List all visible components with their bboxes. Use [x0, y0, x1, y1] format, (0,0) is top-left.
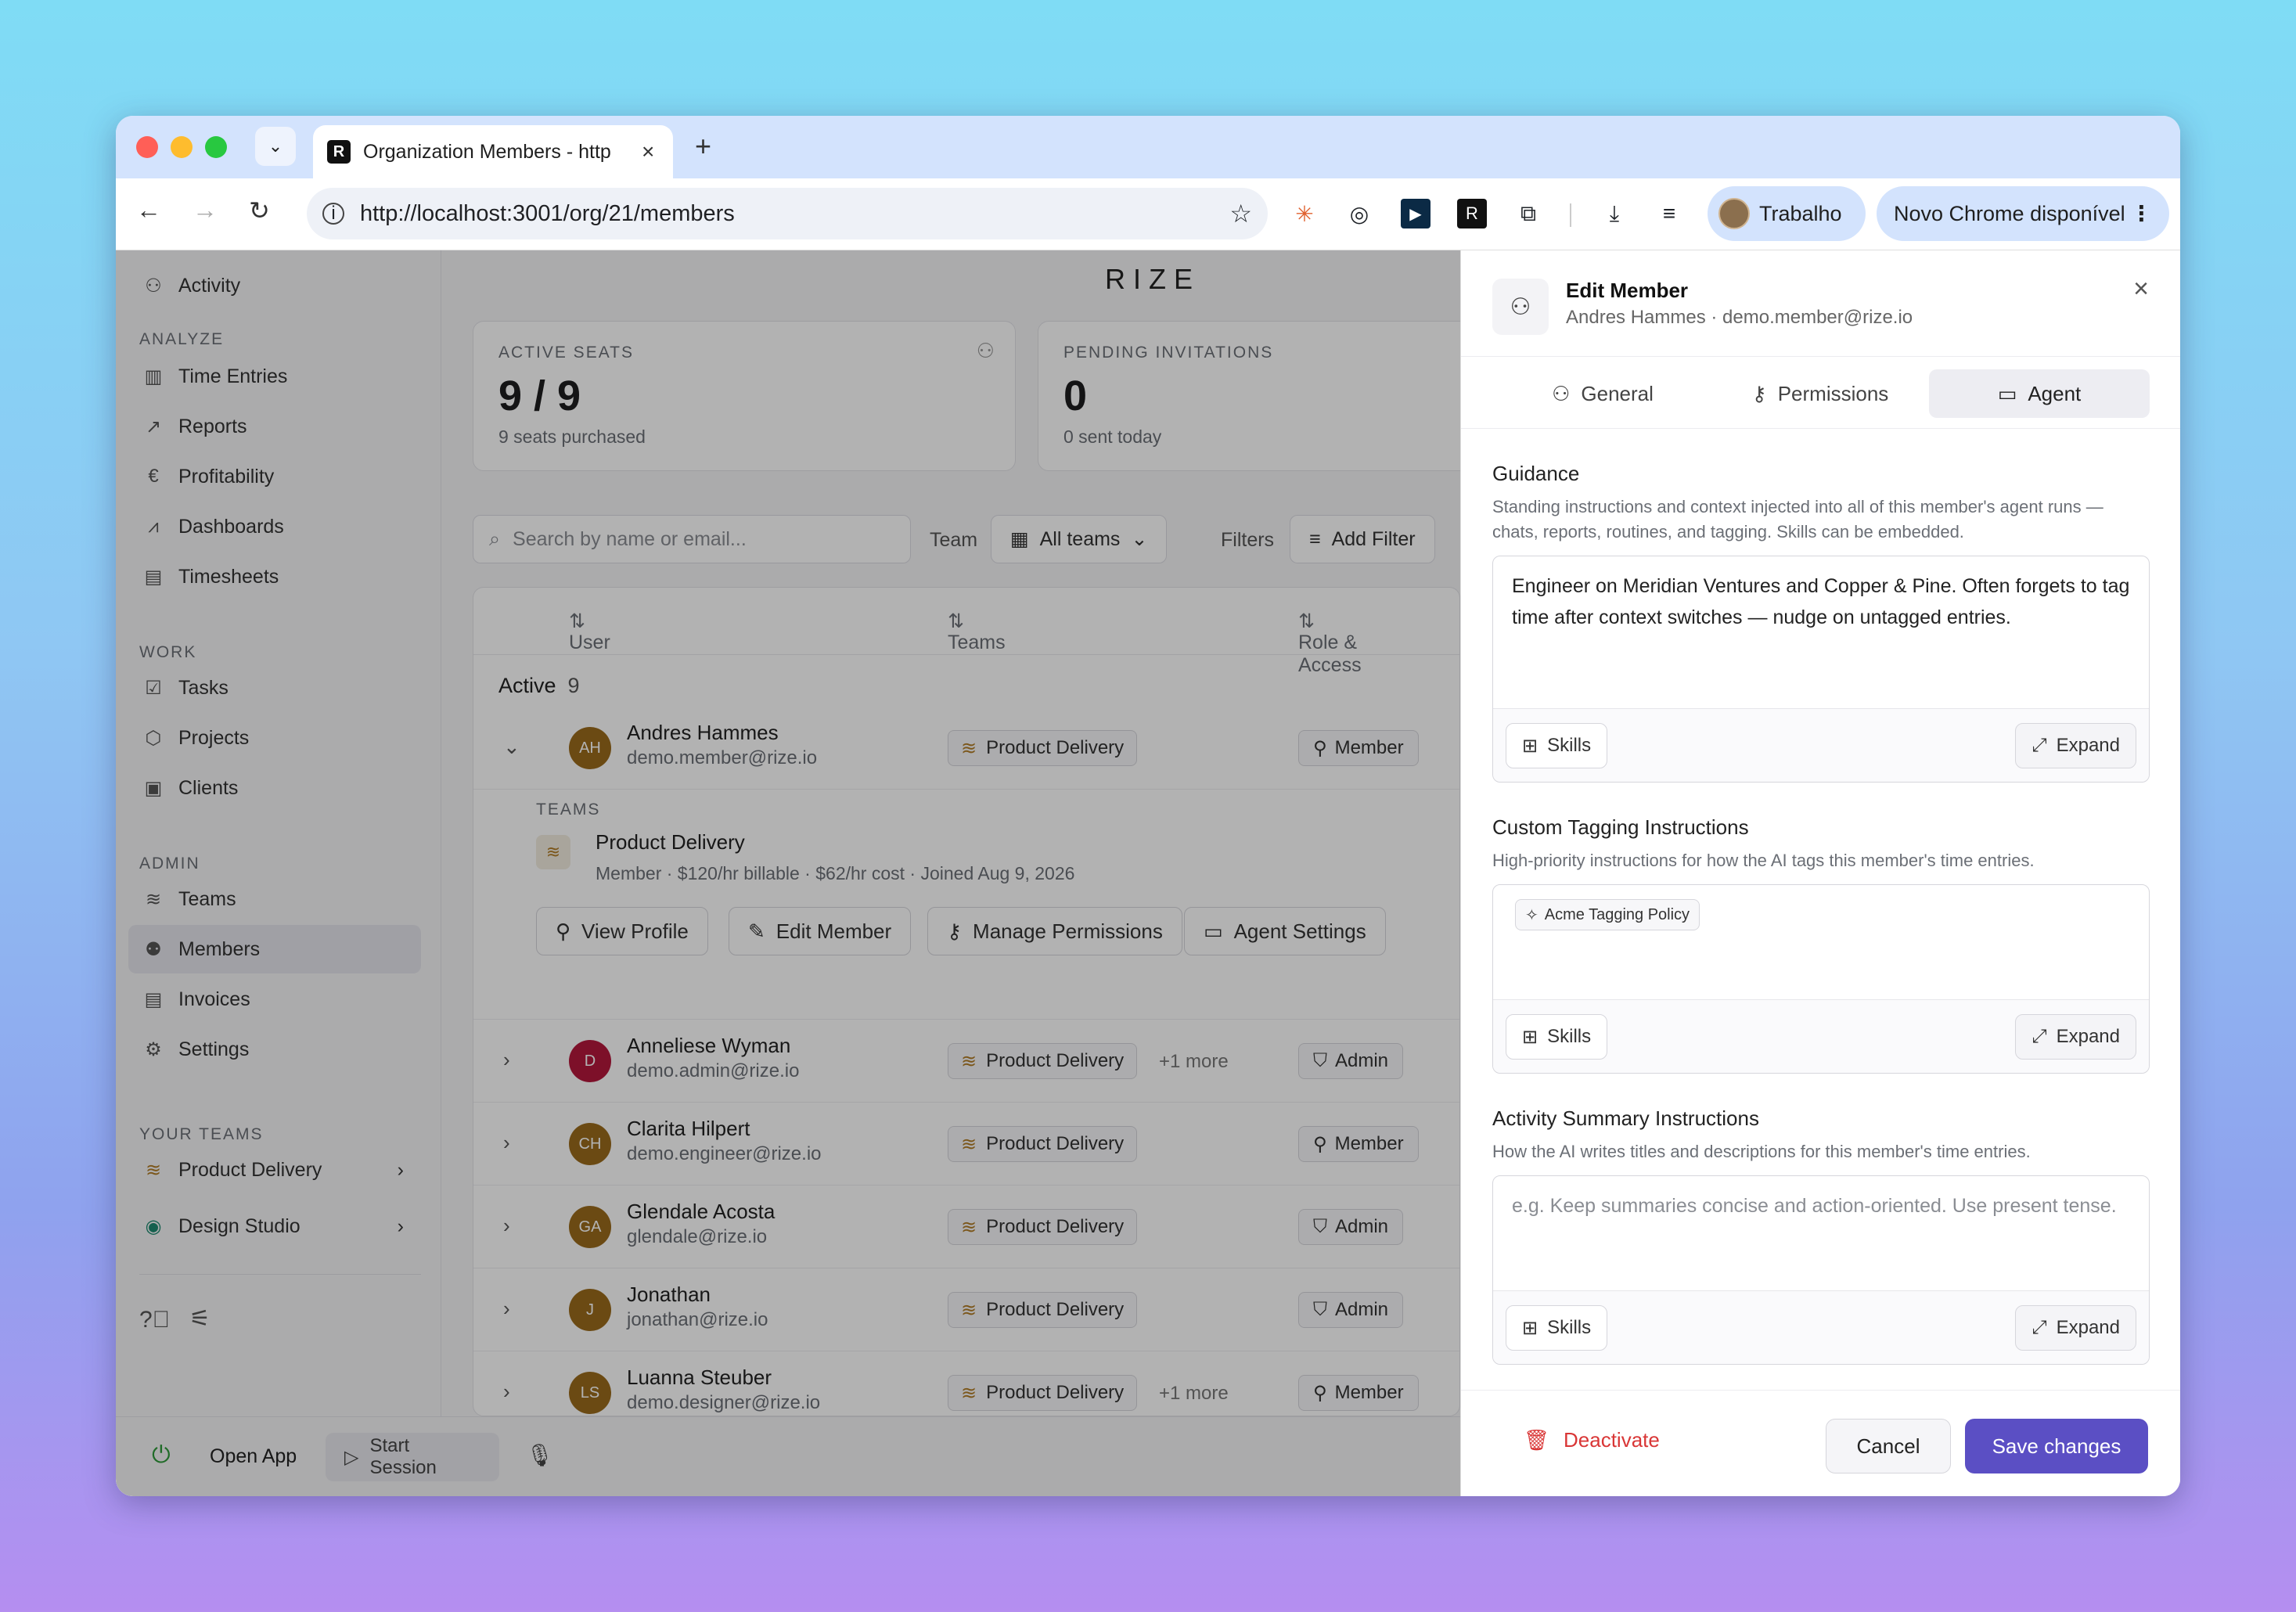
reload-icon[interactable]: ↻: [249, 196, 270, 225]
tab-title: Organization Members - http: [363, 140, 611, 163]
panel-tabs: ⚇ General ⚷ Permissions ▭ Agent: [1461, 357, 2180, 429]
guidance-field[interactable]: Engineer on Meridian Ventures and Copper…: [1492, 556, 2150, 783]
user-cog-icon: ⚇: [1552, 381, 1571, 405]
profile-button[interactable]: Trabalho: [1708, 186, 1866, 241]
maximize-window-button[interactable]: [205, 136, 227, 158]
menu-dots-icon: ⋮: [2131, 201, 2152, 225]
modal-backdrop[interactable]: [116, 250, 1460, 1496]
tab-agent[interactable]: ▭ Agent: [1929, 369, 2150, 418]
download-icon[interactable]: ⤓: [1600, 199, 1629, 228]
close-window-button[interactable]: [136, 136, 158, 158]
site-info-icon[interactable]: i: [322, 203, 344, 225]
tab-permissions[interactable]: ⚷ Permissions: [1710, 369, 1931, 418]
profile-avatar: [1718, 198, 1750, 229]
browser-window: ⌄ R Organization Members - http × + ← → …: [116, 116, 2180, 1496]
skills-button[interactable]: ⊞ Skills: [1506, 1305, 1608, 1351]
password-extension-icon[interactable]: ◎: [1344, 199, 1374, 228]
bookmark-star-icon[interactable]: ☆: [1229, 199, 1252, 228]
panel-footer: 🗑 Deactivate Cancel Save changes: [1461, 1390, 2180, 1496]
trash-icon: 🗑: [1524, 1428, 1550, 1452]
panel-title: Edit Member: [1566, 279, 1689, 302]
back-icon[interactable]: ←: [136, 196, 161, 225]
tab-search-button[interactable]: ⌄: [255, 127, 296, 166]
expand-icon: ⤢: [2031, 1026, 2047, 1047]
skills-button[interactable]: ⊞ Skills: [1506, 723, 1608, 768]
policy-chip[interactable]: ✧ Acme Tagging Policy: [1515, 899, 1700, 930]
field-footer: ⊞ Skills ⤢ Expand: [1493, 708, 2149, 782]
tagging-field[interactable]: ✧ Acme Tagging Policy ⊞ Skills ⤢ Expand: [1492, 884, 2150, 1074]
field-footer: ⊞ Skills ⤢ Expand: [1493, 1290, 2149, 1364]
forward-icon[interactable]: →: [193, 196, 218, 225]
summary-placeholder[interactable]: e.g. Keep summaries concise and action-o…: [1512, 1190, 2130, 1222]
tagging-description: High-priority instructions for how the A…: [1492, 851, 2035, 870]
expand-button[interactable]: ⤢ Expand: [2015, 1014, 2136, 1060]
expand-button[interactable]: ⤢ Expand: [2015, 723, 2136, 768]
guidance-description: Standing instructions and context inject…: [1492, 497, 2103, 542]
save-changes-button[interactable]: Save changes: [1965, 1419, 2148, 1473]
field-footer: ⊞ Skills ⤢ Expand: [1493, 999, 2149, 1073]
user-edit-icon: ⚇: [1492, 279, 1549, 335]
minimize-window-button[interactable]: [171, 136, 193, 158]
key-icon: ⚷: [1751, 381, 1767, 405]
skills-button[interactable]: ⊞ Skills: [1506, 1014, 1608, 1060]
close-tab-icon[interactable]: ×: [642, 139, 654, 164]
edit-member-panel: ⚇ Edit Member Andres Hammes · demo.membe…: [1460, 250, 2180, 1496]
rize-extension-icon[interactable]: R: [1457, 199, 1487, 228]
new-tab-button[interactable]: +: [695, 130, 711, 163]
summary-title: Activity Summary Instructions: [1492, 1106, 1759, 1130]
extensions-puzzle-icon[interactable]: ⧉: [1513, 199, 1543, 228]
sparkles-icon: ✧: [1525, 906, 1538, 924]
deactivate-button[interactable]: 🗑 Deactivate: [1524, 1428, 1660, 1452]
guidance-textarea[interactable]: Engineer on Meridian Ventures and Copper…: [1512, 570, 2130, 633]
blocks-icon: ⊞: [1522, 735, 1538, 757]
update-label: Novo Chrome disponível: [1894, 201, 2125, 225]
message-icon: ▭: [1997, 381, 2017, 405]
toolbar-divider: [1570, 203, 1571, 227]
rize-favicon-icon: R: [327, 140, 351, 164]
tab-general[interactable]: ⚇ General: [1492, 369, 1713, 418]
cancel-button[interactable]: Cancel: [1826, 1419, 1951, 1473]
panel-subtitle: Andres Hammes · demo.member@rize.io: [1566, 307, 1913, 328]
claude-extension-icon[interactable]: ✳: [1290, 199, 1319, 228]
profile-name: Trabalho: [1759, 201, 1842, 225]
blocks-icon: ⊞: [1522, 1026, 1538, 1048]
summary-description: How the AI writes titles and description…: [1492, 1142, 2031, 1161]
summary-field[interactable]: e.g. Keep summaries concise and action-o…: [1492, 1175, 2150, 1365]
browser-tab[interactable]: R Organization Members - http ×: [313, 125, 673, 178]
guidance-title: Guidance: [1492, 462, 1580, 485]
browser-toolbar: ← → ↻ i http://localhost:3001/org/21/mem…: [116, 178, 2180, 250]
panel-header: ⚇ Edit Member Andres Hammes · demo.membe…: [1461, 250, 2180, 357]
url-text[interactable]: http://localhost:3001/org/21/members: [360, 201, 1214, 227]
chevron-down-icon: ⌄: [268, 136, 283, 156]
media-control-icon[interactable]: ≡: [1654, 199, 1684, 228]
blocks-icon: ⊞: [1522, 1317, 1538, 1339]
tab-bar: ⌄ R Organization Members - http × +: [116, 116, 2180, 178]
address-bar[interactable]: i http://localhost:3001/org/21/members ☆: [307, 188, 1268, 239]
expand-button[interactable]: ⤢ Expand: [2015, 1305, 2136, 1351]
expand-icon: ⤢: [2031, 735, 2047, 756]
expand-icon: ⤢: [2031, 1317, 2047, 1338]
close-icon[interactable]: ×: [2133, 274, 2149, 304]
tagging-title: Custom Tagging Instructions: [1492, 815, 1749, 839]
update-chrome-button[interactable]: Novo Chrome disponível ⋮: [1877, 186, 2169, 241]
app-extension-icon[interactable]: ▶: [1401, 199, 1431, 228]
